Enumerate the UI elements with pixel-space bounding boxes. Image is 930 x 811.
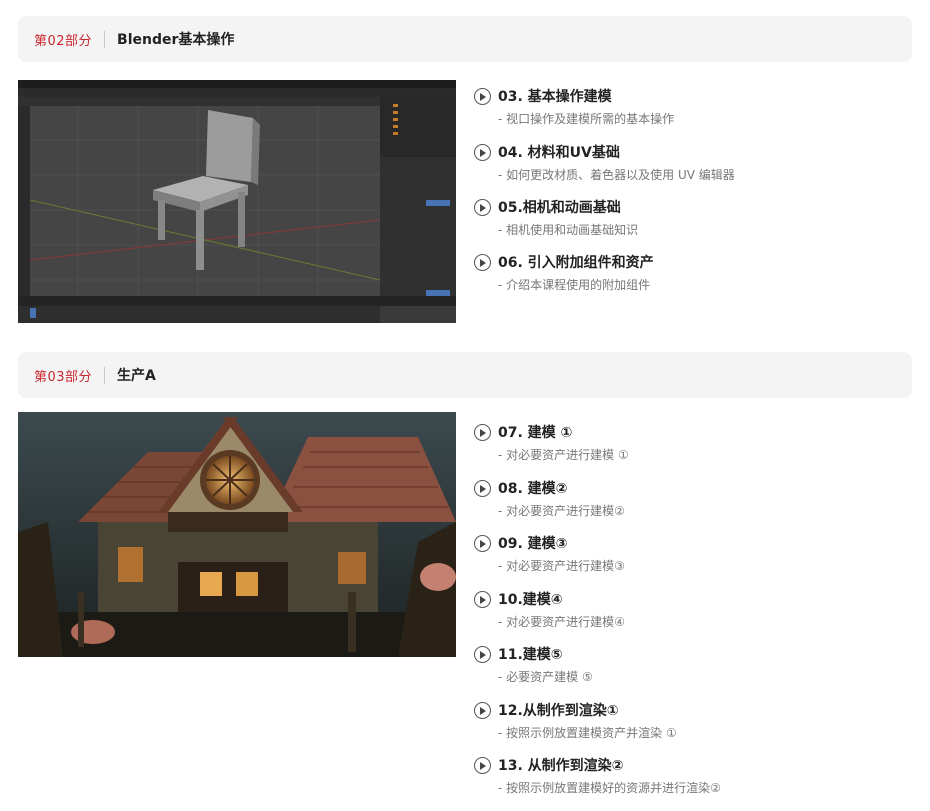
- lesson-subtitle: - 对必要资产进行建模②: [498, 504, 625, 518]
- lesson-subtitle: - 对必要资产进行建模④: [498, 615, 625, 629]
- lesson-title: 08. 建模②: [498, 481, 568, 497]
- lesson-title: 05.相机和动画基础: [498, 200, 621, 216]
- section-divider: [104, 30, 106, 48]
- play-circle-icon[interactable]: [474, 702, 491, 719]
- lesson-subtitle: - 按照示例放置建模资产并渲染 ①: [498, 726, 677, 740]
- lesson-subtitle: - 如何更改材质、着色器以及使用 UV 编辑器: [498, 168, 735, 182]
- lesson-item[interactable]: 10.建模④ - 对必要资产进行建模④: [474, 589, 914, 639]
- lesson-item[interactable]: 05.相机和动画基础 - 相机使用和动画基础知识: [474, 197, 914, 247]
- lesson-subtitle: - 对必要资产进行建模 ①: [498, 448, 629, 462]
- lesson-item[interactable]: 11.建模⑤ - 必要资产建模 ⑤: [474, 644, 914, 694]
- blender-screenshot-thumbnail[interactable]: [18, 80, 456, 323]
- lesson-title: 03. 基本操作建模: [498, 89, 612, 105]
- lesson-item[interactable]: 04. 材料和UV基础 - 如何更改材质、着色器以及使用 UV 编辑器: [474, 142, 914, 192]
- section-part-label: 第03部分: [34, 369, 93, 385]
- play-circle-icon[interactable]: [474, 88, 491, 105]
- cottage-render-thumbnail[interactable]: [18, 412, 456, 657]
- play-circle-icon[interactable]: [474, 757, 491, 774]
- lesson-item[interactable]: 08. 建模② - 对必要资产进行建模②: [474, 478, 914, 528]
- play-circle-icon[interactable]: [474, 144, 491, 161]
- lesson-subtitle: - 视口操作及建模所需的基本操作: [498, 112, 675, 126]
- lesson-title: 10.建模④: [498, 592, 563, 608]
- lesson-title: 11.建模⑤: [498, 647, 563, 663]
- lesson-title: 06. 引入附加组件和资产: [498, 255, 654, 271]
- lesson-subtitle: - 相机使用和动画基础知识: [498, 223, 639, 237]
- section-title: 生产A: [117, 368, 156, 384]
- lesson-title: 13. 从制作到渲染②: [498, 758, 624, 774]
- lesson-subtitle: - 对必要资产进行建模③: [498, 559, 625, 573]
- lesson-item[interactable]: 09. 建模③ - 对必要资产进行建模③: [474, 533, 914, 583]
- play-circle-icon[interactable]: [474, 646, 491, 663]
- play-circle-icon[interactable]: [474, 199, 491, 216]
- lesson-title: 07. 建模 ①: [498, 425, 573, 441]
- lesson-item[interactable]: 07. 建模 ① - 对必要资产进行建模 ①: [474, 422, 914, 472]
- lesson-subtitle: - 介绍本课程使用的附加组件: [498, 278, 651, 292]
- play-circle-icon[interactable]: [474, 254, 491, 271]
- section-part-label: 第02部分: [34, 33, 93, 49]
- lesson-subtitle: - 必要资产建模 ⑤: [498, 670, 593, 684]
- blender-ui-image: [18, 80, 456, 323]
- cottage-render-image: [18, 412, 456, 657]
- lesson-item[interactable]: 03. 基本操作建模 - 视口操作及建模所需的基本操作: [474, 86, 914, 136]
- section-divider: [104, 366, 106, 384]
- play-circle-icon[interactable]: [474, 535, 491, 552]
- lesson-item[interactable]: 12.从制作到渲染① - 按照示例放置建模资产并渲染 ①: [474, 700, 914, 750]
- play-circle-icon[interactable]: [474, 424, 491, 441]
- lesson-subtitle: - 按照示例放置建模好的资源并进行渲染②: [498, 781, 721, 795]
- lesson-title: 09. 建模③: [498, 536, 568, 552]
- lesson-title: 12.从制作到渲染①: [498, 703, 619, 719]
- section-header-part03: 第03部分 生产A: [18, 352, 912, 398]
- play-circle-icon[interactable]: [474, 591, 491, 608]
- lesson-item[interactable]: 06. 引入附加组件和资产 - 介绍本课程使用的附加组件: [474, 252, 914, 302]
- play-circle-icon[interactable]: [474, 480, 491, 497]
- section-title: Blender基本操作: [117, 32, 235, 48]
- section-header-part02: 第02部分 Blender基本操作: [18, 16, 912, 62]
- lesson-title: 04. 材料和UV基础: [498, 145, 620, 161]
- lesson-item[interactable]: 13. 从制作到渲染② - 按照示例放置建模好的资源并进行渲染②: [474, 755, 914, 805]
